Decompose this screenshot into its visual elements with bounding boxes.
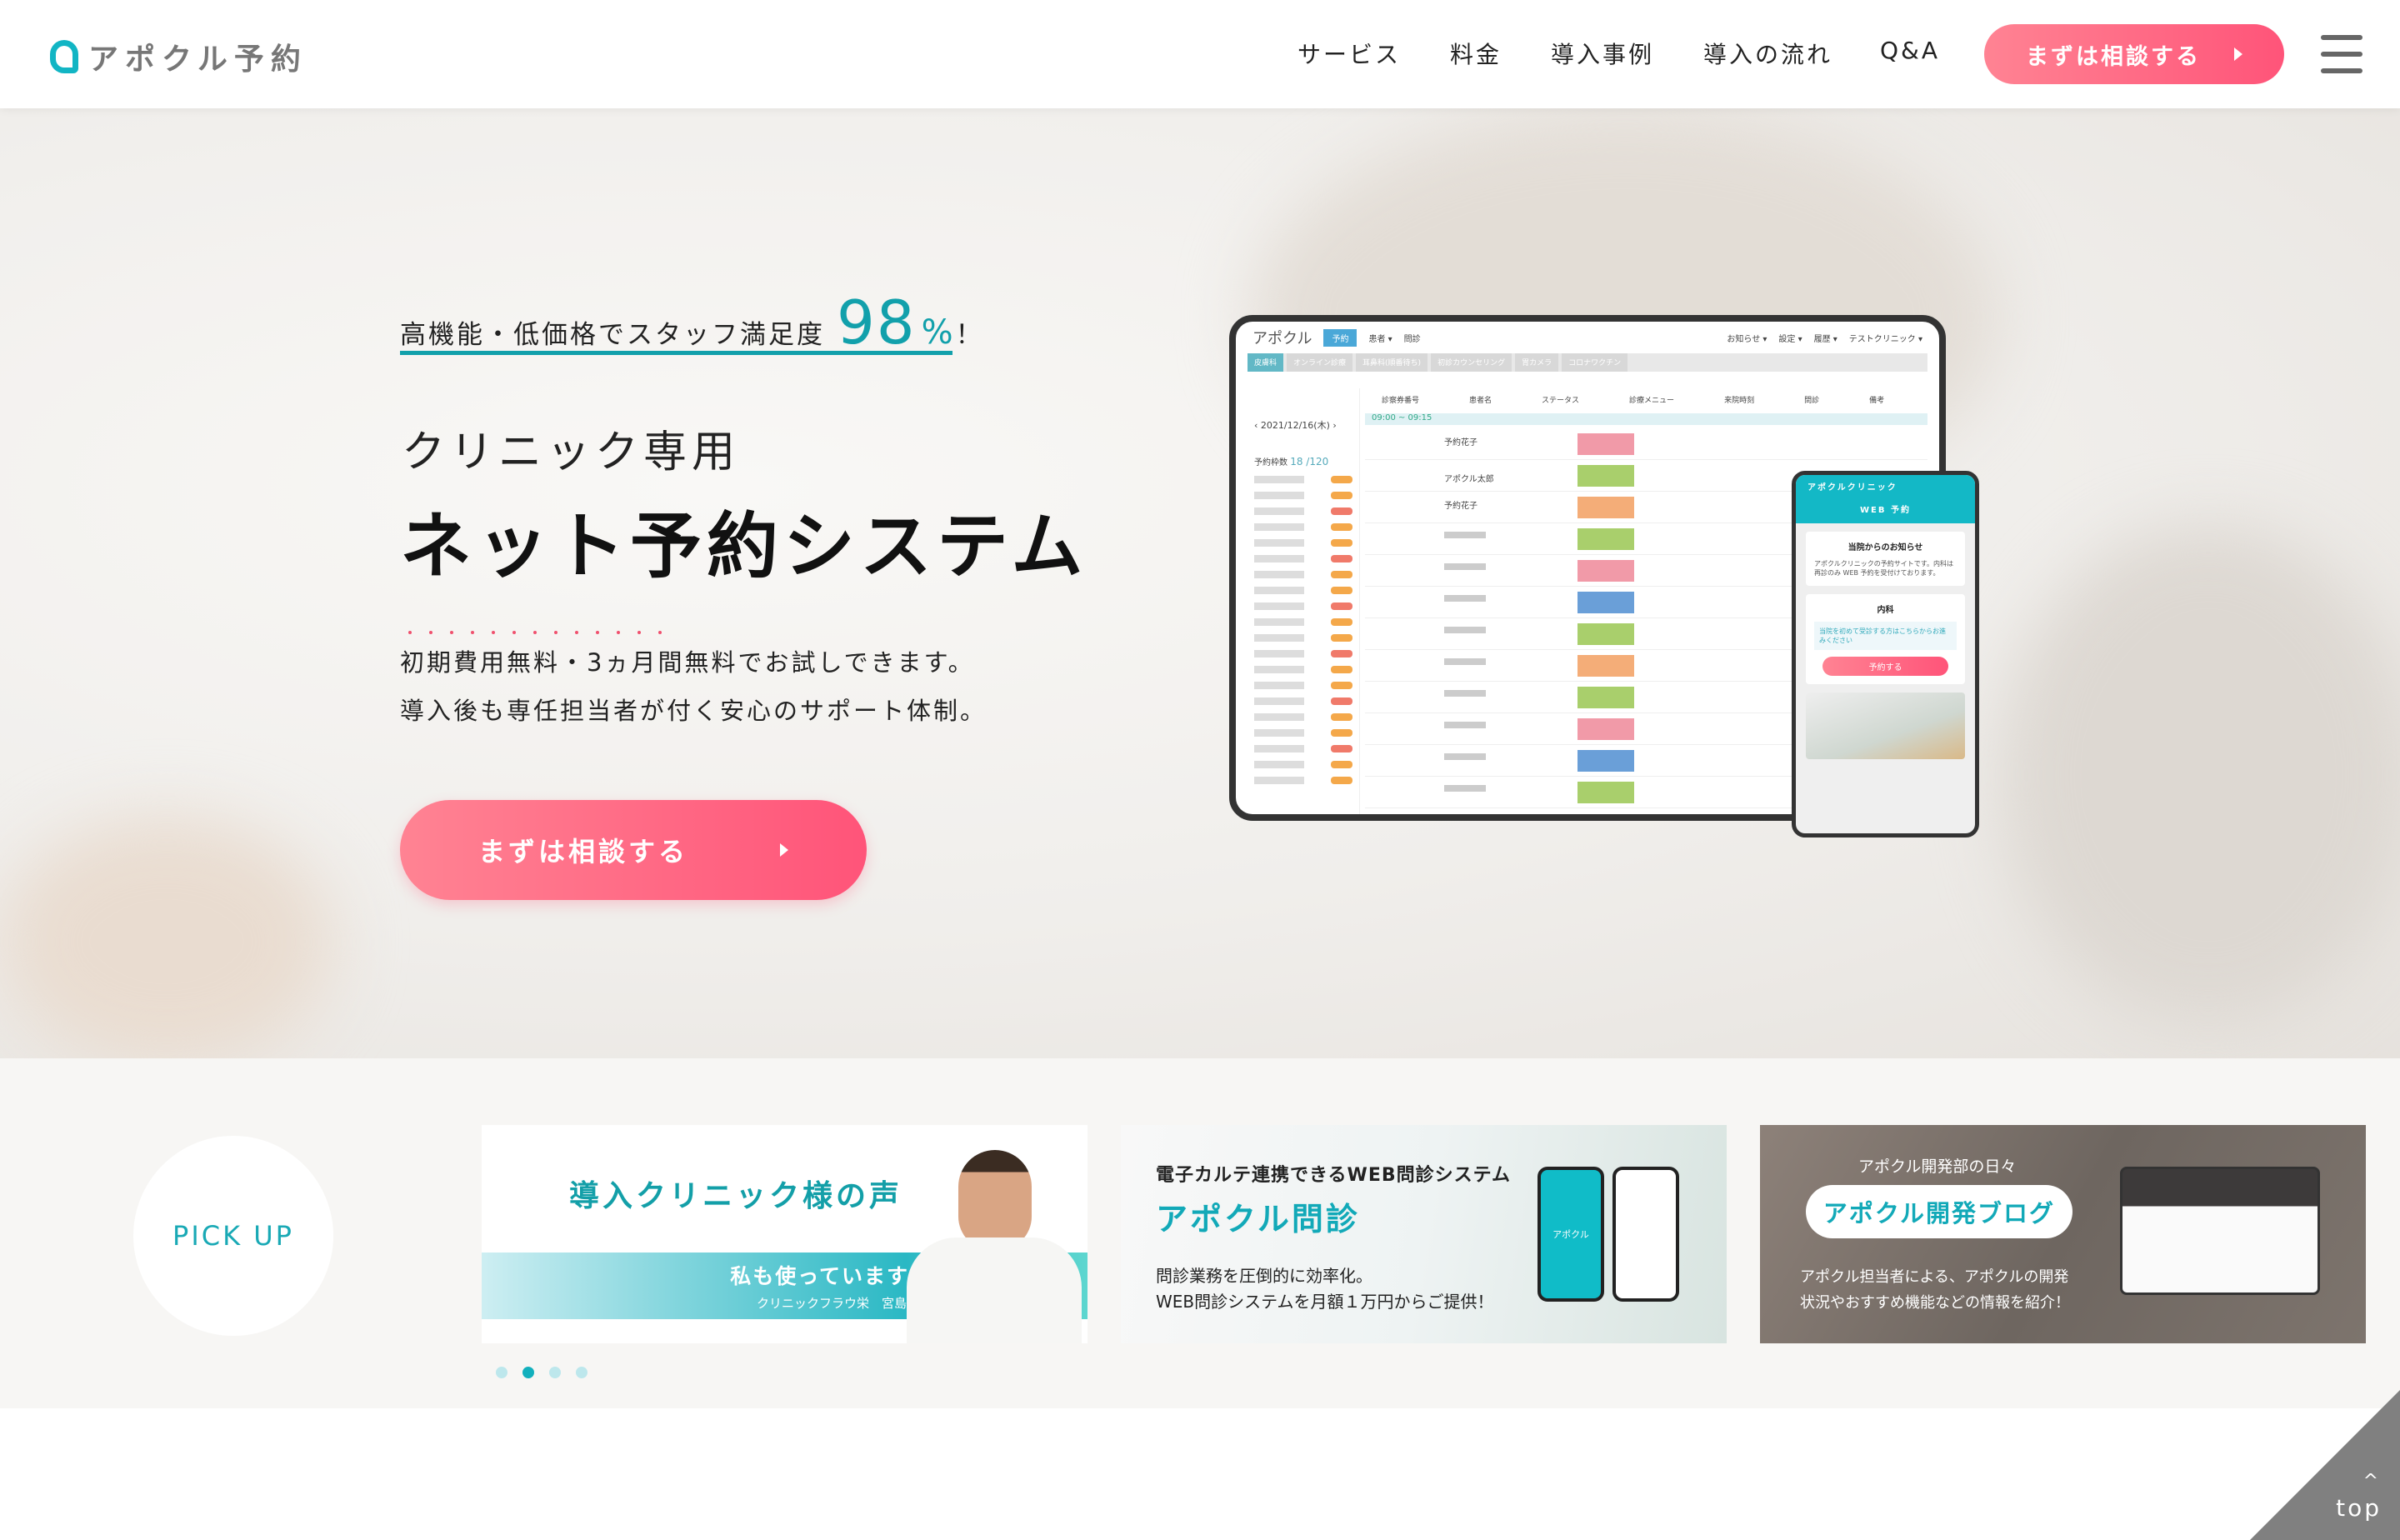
mock-slot: [1254, 729, 1352, 737]
card-text: WEB問診システムを月額１万円からご提供！: [1156, 1292, 1494, 1312]
slider-dot[interactable]: [522, 1367, 534, 1378]
hero-subtitle: クリニック専用: [402, 428, 741, 478]
mock-slot: [1254, 761, 1352, 768]
doctor-photo: [907, 1150, 1082, 1343]
emphasis-dots: [408, 631, 662, 634]
mock-slot: [1254, 713, 1352, 721]
nav-flow[interactable]: 導入の流れ: [1703, 37, 1832, 70]
top-label: top: [2336, 1494, 2382, 1522]
logo[interactable]: アポクル予約: [50, 35, 308, 78]
pickup-card-voice[interactable]: 導入クリニック様の声 私も使っています！ クリニックフラウ栄 宮島院長: [482, 1125, 1088, 1343]
mock-menu: 予約: [1323, 328, 1358, 347]
mock-slot: [1254, 555, 1352, 562]
slider-dot[interactable]: [549, 1367, 561, 1378]
card-text: 問診業務を圧倒的に効率化。: [1156, 1266, 1372, 1286]
mock-tab: オンライン診療: [1287, 353, 1353, 372]
mock-tab: 耳鼻科(順番待ち): [1356, 353, 1428, 372]
logo-icon: [50, 40, 78, 73]
satisfaction-tagline: 高機能・低価格でスタッフ満足度 98%！: [400, 288, 984, 358]
arrow-right-icon: [780, 843, 788, 857]
hero-text-2: 導入後も専任担当者が付く安心のサポート体制。: [400, 697, 988, 725]
logo-text: アポクル予約: [88, 42, 308, 77]
mock-slot: [1254, 682, 1352, 689]
mock-slot: [1254, 539, 1352, 547]
card-title: アポクル開発ブログ: [1806, 1185, 2072, 1238]
tagline-underline: [400, 351, 952, 355]
mock-slot: [1254, 777, 1352, 784]
pickup-card-blog[interactable]: アポクル開発部の日々 アポクル開発ブログ アポクル担当者による、アポクルの開発 …: [1760, 1125, 2366, 1343]
mock-sidebar: ‹ 2021/12/16(木) › 予約枠数 18 /120: [1248, 388, 1360, 814]
chevron-up-icon: ^: [2362, 1471, 2378, 1492]
card-text: 状況やおすすめ機能などの情報を紹介！: [1800, 1294, 2070, 1312]
mock-menu: 履歴 ▾: [1813, 334, 1838, 344]
card-kicker: アポクル開発部の日々: [1858, 1158, 2017, 1176]
nav-qa[interactable]: Q&A: [1880, 37, 1940, 64]
mock-menu: お知らせ ▾: [1727, 334, 1768, 344]
button-label: まずは相談する: [2026, 43, 2201, 70]
mock-slot: [1254, 650, 1352, 658]
hero-title: ネット予約システム: [400, 505, 1088, 588]
mock-slot: [1254, 602, 1352, 610]
mock-menu: 患者 ▾: [1368, 334, 1392, 344]
hero-consult-button[interactable]: まずは相談する: [400, 800, 867, 900]
mock-tab: コロナワクチン: [1562, 353, 1628, 372]
mock-slot: [1254, 492, 1352, 499]
card-title: 導入クリニック様の声: [569, 1179, 903, 1213]
pickup-label: PICK UP: [133, 1136, 333, 1336]
tablet-image: [2120, 1167, 2320, 1295]
phone-image: アポクル: [1538, 1167, 1604, 1302]
mock-slot: [1254, 523, 1352, 531]
card-text: アポクル担当者による、アポクルの開発: [1800, 1268, 2069, 1286]
header-consult-button[interactable]: まずは相談する: [1984, 24, 2284, 84]
button-label: まずは相談する: [478, 836, 688, 868]
back-to-top-button[interactable]: ^ top: [2250, 1390, 2400, 1540]
nav-cases[interactable]: 導入事例: [1551, 37, 1654, 70]
mock-slot: [1254, 476, 1352, 483]
arrow-right-icon: [2234, 48, 2242, 61]
mock-slot: [1254, 571, 1352, 578]
hamburger-menu-icon[interactable]: [2321, 35, 2362, 73]
mock-menu: 設定 ▾: [1778, 334, 1802, 344]
pickup-card-monshin[interactable]: 電子カルテ連携できるWEB問診システム アポクル問診 問診業務を圧倒的に効率化。…: [1121, 1125, 1727, 1343]
mock-slot: [1254, 745, 1352, 752]
site-header: アポクル予約 サービス 料金 導入事例 導入の流れ Q&A まずは相談する: [0, 0, 2400, 108]
mock-slot: [1254, 634, 1352, 642]
mock-slot: [1254, 698, 1352, 705]
mock-menu: 問診: [1403, 334, 1421, 344]
card-quote: 私も使っています！: [730, 1264, 932, 1288]
slider-dot[interactable]: [576, 1367, 588, 1378]
mock-slot: [1254, 587, 1352, 594]
hero-section: [0, 108, 2400, 1067]
mock-slot: [1254, 508, 1352, 515]
mock-tab: 初診カウンセリング: [1431, 353, 1512, 372]
mock-menu: テストクリニック ▾: [1848, 334, 1922, 344]
phone-image: [1612, 1167, 1679, 1302]
card-title: アポクル問診: [1156, 1201, 1360, 1238]
hero-text-1: 初期費用無料・3ヵ月間無料でお試しできます。: [400, 648, 975, 677]
mock-slot: [1254, 666, 1352, 673]
card-kicker: 電子カルテ連携できるWEB問診システム: [1156, 1165, 1511, 1186]
card-doctor-name: クリニックフラウ栄 宮島院長: [756, 1296, 932, 1311]
phone-mockup: アポクルクリニック WEB 予約 当院からのお知らせ アポクルクリニックの予約サイト…: [1792, 471, 1979, 838]
mock-slot: [1254, 618, 1352, 626]
mock-logo: アポクル: [1252, 330, 1312, 348]
nav-pricing[interactable]: 料金: [1450, 37, 1502, 70]
mock-tab: 皮膚科: [1248, 353, 1284, 372]
mock-tab: 胃カメラ: [1515, 353, 1559, 372]
nav-service[interactable]: サービス: [1298, 37, 1401, 70]
slider-dot[interactable]: [496, 1367, 508, 1378]
